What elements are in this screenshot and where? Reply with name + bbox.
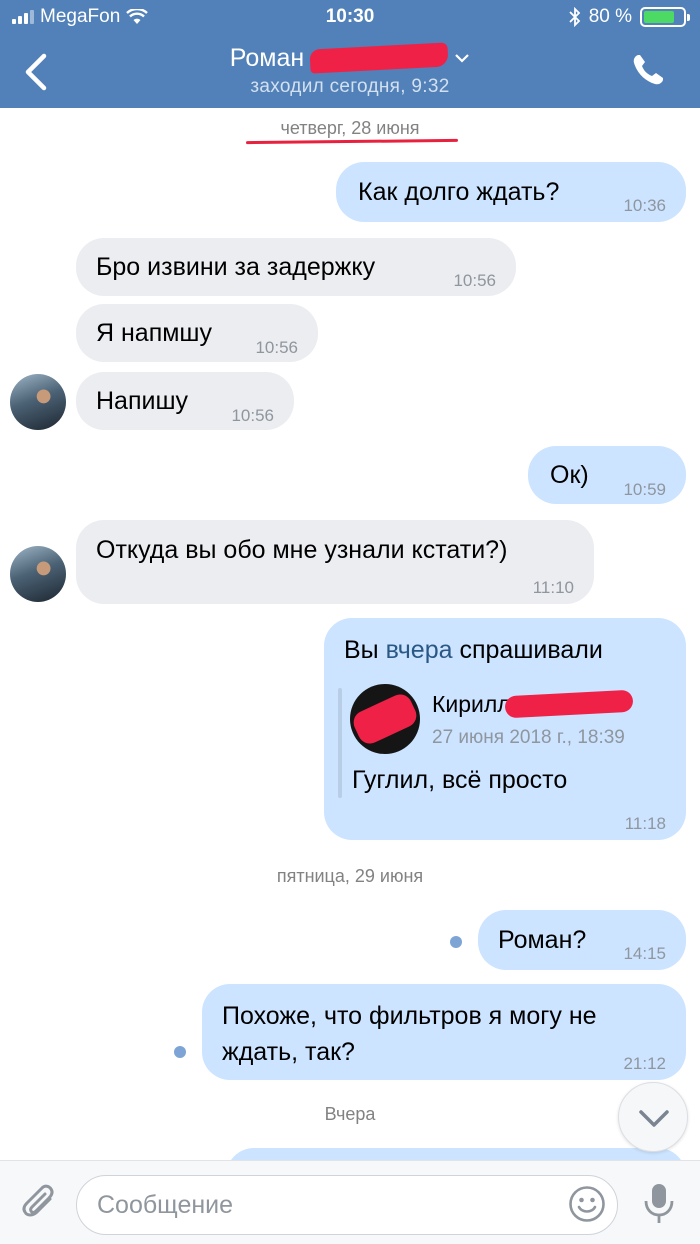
message-time: 21:12: [623, 1054, 666, 1073]
message-bubble-incoming[interactable]: Я напмшу 10:56: [76, 304, 318, 362]
message-input[interactable]: Сообщение: [76, 1175, 618, 1235]
battery-percent: 80 %: [588, 6, 632, 27]
contact-avatar[interactable]: [10, 374, 66, 430]
top-bar: MegaFon 10:30 80 % Роман заходил сегодня…: [0, 0, 700, 108]
unread-indicator: [174, 1046, 186, 1058]
message-text: Ок): [550, 461, 589, 489]
message-bubble-incoming[interactable]: Откуда вы обо мне узнали кстати?) 11:10: [76, 520, 594, 604]
red-underline-annotation: [245, 138, 459, 145]
microphone-icon[interactable]: [640, 1181, 678, 1227]
message-text-part: спрашивали: [459, 636, 603, 664]
forward-quote-bar: [338, 688, 342, 798]
phone-icon[interactable]: [630, 52, 666, 88]
unread-indicator: [450, 936, 462, 948]
message-bubble-outgoing-with-forward[interactable]: Вы вчера спрашивали Кирилл 27 июня 2018 …: [324, 618, 686, 840]
message-text: Напишу: [96, 387, 189, 415]
message-text: Как долго ждать?: [358, 178, 560, 206]
message-bubble-outgoing[interactable]: Похоже, что фильтров я могу не ждать, та…: [202, 984, 686, 1080]
composer-bar: Сообщение: [0, 1160, 700, 1244]
message-text: Роман?: [498, 926, 587, 954]
message-text: Откуда вы обо мне узнали кстати?): [96, 536, 508, 564]
last-seen-status: заходил сегодня, 9:32: [250, 76, 450, 97]
forwarded-author-avatar[interactable]: [350, 684, 420, 754]
message-time: 14:15: [623, 944, 666, 963]
battery-fill: [644, 11, 675, 23]
message-text: Вы вчера спрашивали: [344, 634, 603, 666]
message-text: Похоже, что фильтров я могу не ждать, та…: [222, 998, 597, 1070]
message-time: 10:56: [453, 271, 496, 290]
contact-avatar[interactable]: [10, 546, 66, 602]
scroll-to-bottom-button[interactable]: [618, 1082, 688, 1152]
message-time: 10:56: [231, 406, 274, 425]
redacted-surname-scribble: [309, 42, 449, 74]
chat-title[interactable]: Роман заходил сегодня, 9:32: [0, 42, 700, 98]
message-time: 10:36: [623, 196, 666, 215]
message-bubble-outgoing[interactable]: Ок) 10:59: [528, 446, 686, 504]
battery-icon: [640, 7, 690, 27]
message-time: 10:56: [255, 338, 298, 357]
contact-name: Роман: [229, 43, 305, 72]
status-right: 80 %: [569, 6, 690, 28]
message-bubble-incoming[interactable]: Бро извини за задержку 10:56: [76, 238, 516, 296]
forwarded-author-name: Кирилл: [432, 691, 511, 717]
avatar-redaction-scribble: [350, 690, 420, 748]
status-bar: MegaFon 10:30 80 %: [0, 0, 700, 36]
message-line: Похоже, что фильтров я могу не: [222, 1002, 597, 1030]
message-bubble-outgoing[interactable]: Как долго ждать? 10:36: [336, 162, 686, 222]
paperclip-icon[interactable]: [20, 1181, 60, 1225]
forwarded-text: Гуглил, всё просто: [352, 766, 568, 794]
message-line: ждать, так?: [222, 1038, 355, 1066]
message-bubble-outgoing[interactable]: Роман? 14:15: [478, 910, 686, 970]
message-time: 11:10: [532, 578, 574, 597]
message-time: 11:18: [624, 814, 666, 833]
forwarded-author: Кирилл: [432, 688, 634, 720]
message-text: Бро извини за задержку: [96, 253, 376, 281]
message-bubble-incoming[interactable]: Напишу 10:56: [76, 372, 294, 430]
message-text-part: Вы: [344, 636, 379, 664]
date-separator: четверг, 28 июня: [280, 118, 420, 138]
message-text: Я напмшу: [96, 319, 212, 347]
message-link[interactable]: вчера: [386, 636, 453, 664]
surname-redaction-scribble: [504, 689, 634, 719]
date-separator: Вчера: [324, 1104, 376, 1124]
chevron-down-icon: [455, 54, 469, 63]
date-separator: пятница, 29 июня: [276, 866, 424, 886]
message-time: 10:59: [623, 480, 666, 499]
chevron-down-icon: [639, 1110, 669, 1127]
smile-icon[interactable]: [568, 1185, 606, 1223]
forwarded-date: 27 июня 2018 г., 18:39: [432, 727, 625, 748]
bluetooth-icon: [569, 7, 580, 27]
